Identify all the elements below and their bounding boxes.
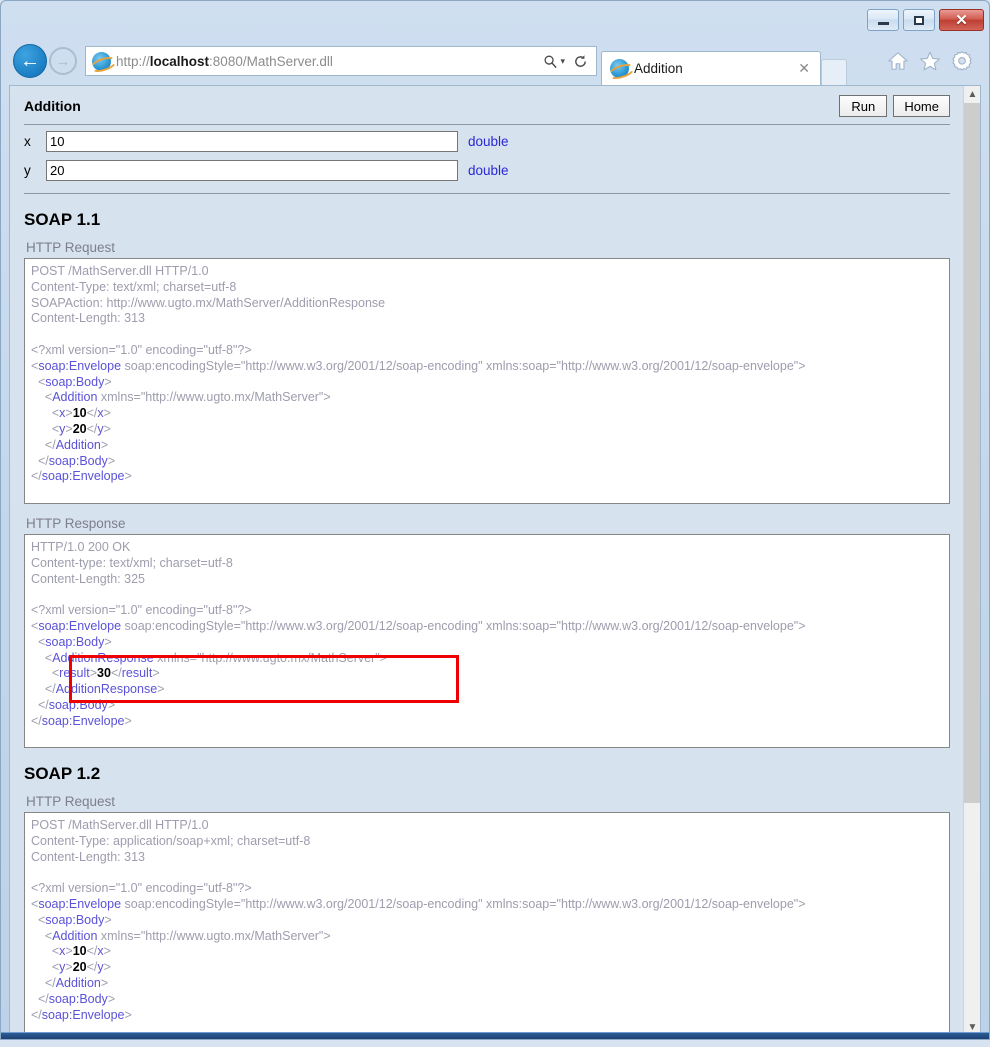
- home-button-page[interactable]: Home: [893, 95, 950, 117]
- soap-12-heading: SOAP 1.2: [24, 764, 101, 783]
- internet-explorer-icon: [92, 51, 111, 71]
- navigation-toolbar: ← → http://localhost:8080/MathServer.dll…: [1, 37, 989, 85]
- minimize-button[interactable]: [867, 9, 899, 31]
- soap-11-response-label: HTTP Response: [26, 516, 126, 531]
- soap-11-heading: SOAP 1.1: [24, 210, 101, 229]
- x-input[interactable]: [46, 130, 458, 152]
- tab-addition[interactable]: Addition ✕: [601, 51, 821, 85]
- browser-command-bar: [885, 48, 983, 74]
- back-arrow-icon: ←: [20, 50, 40, 72]
- y-input[interactable]: [46, 159, 458, 181]
- title-bar: ✕: [1, 1, 989, 37]
- url-prefix: http://: [116, 53, 150, 69]
- url-suffix: :8080/MathServer.dll: [209, 53, 333, 69]
- forward-button[interactable]: →: [49, 47, 77, 75]
- search-icon: [544, 55, 558, 68]
- param-label-y: y: [24, 162, 31, 178]
- param-row-y: y double: [24, 157, 950, 183]
- refresh-button[interactable]: [569, 54, 592, 69]
- param-type-y: double: [468, 162, 509, 178]
- scroll-up-button[interactable]: ▲: [964, 86, 980, 103]
- minimize-icon: [877, 22, 889, 25]
- tab-label: Addition: [634, 61, 683, 76]
- run-button[interactable]: Run: [839, 95, 888, 117]
- home-button[interactable]: [885, 48, 911, 74]
- soap-11-request-label: HTTP Request: [26, 240, 116, 255]
- url-host: localhost: [149, 53, 210, 69]
- soap-12-request-label: HTTP Request: [26, 794, 116, 809]
- gear-icon: [952, 51, 972, 71]
- page-title: Addition: [24, 98, 81, 114]
- new-tab-button[interactable]: [821, 59, 847, 85]
- settings-button[interactable]: [949, 48, 975, 74]
- favorites-button[interactable]: [917, 48, 943, 74]
- soap-11-request-box: POST /MathServer.dll HTTP/1.0 Content-Ty…: [24, 258, 950, 504]
- page-viewport: Addition Run Home x double y double SOAP: [9, 85, 981, 1037]
- vertical-scrollbar[interactable]: ▲ ▼: [963, 86, 980, 1036]
- page-header: Addition Run Home: [24, 86, 950, 118]
- tab-favicon-icon: [610, 59, 629, 78]
- param-label-x: x: [24, 133, 31, 149]
- close-icon: ✕: [955, 11, 968, 29]
- restore-button[interactable]: [903, 9, 935, 31]
- browser-window: ✕ ← → http://localhost:8080/MathServer.d…: [0, 0, 990, 1040]
- star-icon: [920, 51, 940, 71]
- soap-11-response-box: HTTP/1.0 200 OK Content-type: text/xml; …: [24, 534, 950, 748]
- url-text: http://localhost:8080/MathServer.dll: [116, 54, 539, 69]
- chevron-down-icon: ▾: [560, 55, 565, 66]
- param-type-x: double: [468, 133, 509, 149]
- search-button[interactable]: ▾: [539, 54, 569, 69]
- scrollbar-thumb[interactable]: [964, 103, 980, 803]
- restore-icon: [914, 15, 924, 25]
- forward-arrow-icon: →: [55, 52, 71, 70]
- header-divider: [24, 124, 950, 125]
- window-controls: ✕: [867, 9, 984, 31]
- param-row-x: x double: [24, 128, 950, 154]
- close-button[interactable]: ✕: [939, 9, 984, 31]
- tab-close-icon[interactable]: ✕: [794, 60, 814, 77]
- page-action-buttons: Run Home: [839, 95, 950, 117]
- soap-12-request-box: POST /MathServer.dll HTTP/1.0 Content-Ty…: [24, 812, 950, 1036]
- address-bar[interactable]: http://localhost:8080/MathServer.dll ▾: [85, 46, 597, 76]
- web-page-content: Addition Run Home x double y double SOAP: [10, 86, 964, 1036]
- home-icon: [888, 52, 908, 70]
- params-divider: [24, 193, 950, 194]
- refresh-icon: [575, 54, 586, 67]
- tab-strip: Addition ✕: [601, 37, 847, 85]
- taskbar: [1, 1032, 989, 1039]
- back-button[interactable]: ←: [13, 44, 47, 78]
